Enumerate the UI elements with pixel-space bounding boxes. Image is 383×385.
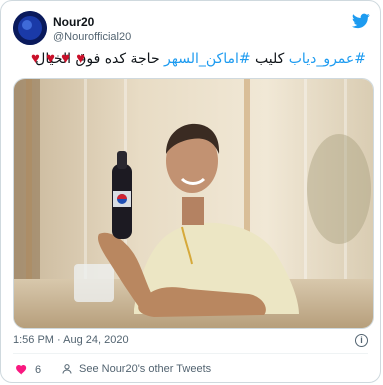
author-display-name[interactable]: Nour20: [53, 15, 94, 29]
hashtag-amr-diab[interactable]: #عمرو_دياب: [289, 51, 366, 67]
hashtag-amaken-elsahar[interactable]: #اماكن_السهر: [164, 51, 251, 67]
author-handle[interactable]: @Nourofficial20: [53, 31, 131, 43]
see-other-tweets-link[interactable]: See Nour20's other Tweets: [61, 363, 211, 375]
embedded-tweet-card: Nour20 @Nourofficial20 #عمرو_دياب كليب #…: [0, 0, 381, 383]
heart-emojis: ♥ ♥ ♥ ♥: [31, 50, 87, 67]
person-icon: [62, 364, 72, 374]
see-other-tweets-label: See Nour20's other Tweets: [79, 363, 212, 375]
like-count: 6: [35, 363, 42, 376]
info-icon[interactable]: i: [355, 334, 368, 347]
tweet-timestamp[interactable]: 1:56 PM · Aug 24, 2020: [13, 334, 129, 346]
tweet-photo[interactable]: [13, 78, 374, 329]
avatar[interactable]: [13, 11, 47, 45]
tweet-actions: 6 See Nour20's other Tweets: [13, 361, 363, 381]
tweet-word: كليب: [250, 51, 289, 67]
like-button[interactable]: 6: [15, 363, 41, 376]
heart-icon: [16, 365, 27, 375]
twitter-bird-icon[interactable]: [352, 13, 370, 29]
tweet-header: Nour20 @Nourofficial20: [13, 11, 370, 47]
divider: [13, 353, 368, 354]
